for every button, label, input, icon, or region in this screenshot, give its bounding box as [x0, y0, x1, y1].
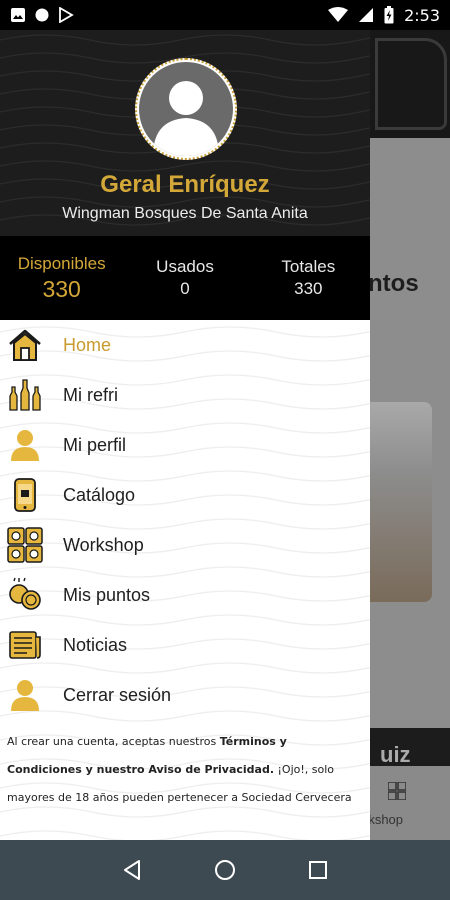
home-button[interactable]: [210, 855, 240, 885]
menu-item-label: Noticias: [63, 634, 128, 655]
play-store-notification-icon: [59, 7, 74, 23]
stat-totales: Totales 330: [247, 257, 370, 299]
stat-usados: Usados 0: [123, 257, 246, 299]
menu-item-home[interactable]: Home: [0, 320, 370, 370]
background-quiz-bar: uiz: [370, 728, 450, 766]
coins-icon: [7, 577, 43, 613]
background-image: [370, 402, 432, 602]
battery-charging-icon: [384, 6, 394, 24]
wifi-icon: [328, 7, 349, 22]
menu-item-mis-puntos[interactable]: Mis puntos: [0, 570, 370, 620]
stat-value: 0: [180, 279, 190, 298]
back-button[interactable]: [117, 855, 147, 885]
background-tabbar: [370, 766, 450, 840]
menu-item-label: Mi perfil: [63, 434, 127, 455]
home-icon: [7, 327, 43, 363]
stat-value: 330: [42, 275, 81, 302]
user-location: Wingman Bosques De Santa Anita: [62, 205, 308, 222]
menu-item-label: Workshop: [63, 534, 144, 555]
drawer-header: Geral Enríquez Wingman Bosques De Santa …: [0, 30, 370, 236]
legal-text-start: Al crear una cuenta, aceptas nuestros: [7, 735, 220, 748]
drawer-menu: Home Mi refri Mi perfil Catálogo Worksho…: [0, 320, 370, 720]
navigation-drawer: Geral Enríquez Wingman Bosques De Santa …: [0, 30, 370, 840]
menu-item-label: Catálogo: [63, 484, 136, 505]
background-workshop-tab-icon: [388, 782, 406, 800]
avatar-image: [139, 62, 233, 156]
stat-disponibles: Disponibles 330: [0, 254, 123, 303]
menu-item-label: Mis puntos: [63, 584, 151, 605]
menu-item-workshop[interactable]: Workshop: [0, 520, 370, 570]
status-time: 2:53: [404, 5, 440, 25]
bottles-icon: [7, 377, 43, 413]
recents-square-icon: [309, 861, 328, 879]
stat-label: Usados: [156, 257, 214, 276]
circle-notification-icon: [35, 8, 49, 22]
menu-item-label: Mi refri: [63, 384, 118, 405]
signal-icon: [359, 8, 374, 22]
home-circle-icon: [214, 860, 235, 880]
system-nav-bar: [0, 840, 450, 900]
workshop-icon: [7, 527, 43, 563]
menu-item-label: Cerrar sesión: [63, 684, 172, 705]
legal-disclaimer: Al crear una cuenta, aceptas nuestros Té…: [0, 720, 370, 812]
menu-item-cerrar-sesion[interactable]: Cerrar sesión: [0, 670, 370, 720]
menu-item-mi-perfil[interactable]: Mi perfil: [0, 420, 370, 470]
background-section-title: ntos: [368, 270, 419, 297]
menu-item-catalogo[interactable]: Catálogo: [0, 470, 370, 520]
stat-label: Disponibles: [17, 253, 106, 273]
newspaper-icon: [7, 627, 43, 663]
phone-icon: [7, 477, 43, 513]
background-quiz-label: uiz: [380, 742, 411, 766]
menu-item-label: Home: [63, 334, 112, 355]
recents-button[interactable]: [303, 855, 333, 885]
person-icon: [7, 427, 43, 463]
menu-item-mi-refri[interactable]: Mi refri: [0, 370, 370, 420]
image-notification-icon: [11, 8, 25, 22]
status-bar: 2:53: [0, 0, 450, 30]
stat-value: 330: [294, 279, 323, 298]
stat-label: Totales: [281, 257, 336, 276]
user-name: Geral Enríquez: [100, 171, 270, 198]
back-triangle-icon: [123, 860, 140, 880]
person-placeholder-icon: [153, 81, 219, 156]
avatar[interactable]: [135, 58, 237, 160]
logout-person-icon: [7, 677, 43, 713]
menu-area: Home Mi refri Mi perfil Catálogo Worksho…: [0, 320, 370, 840]
background-header-frame: [375, 38, 447, 130]
menu-item-noticias[interactable]: Noticias: [0, 620, 370, 670]
points-stats: Disponibles 330 Usados 0 Totales 330: [0, 236, 370, 320]
